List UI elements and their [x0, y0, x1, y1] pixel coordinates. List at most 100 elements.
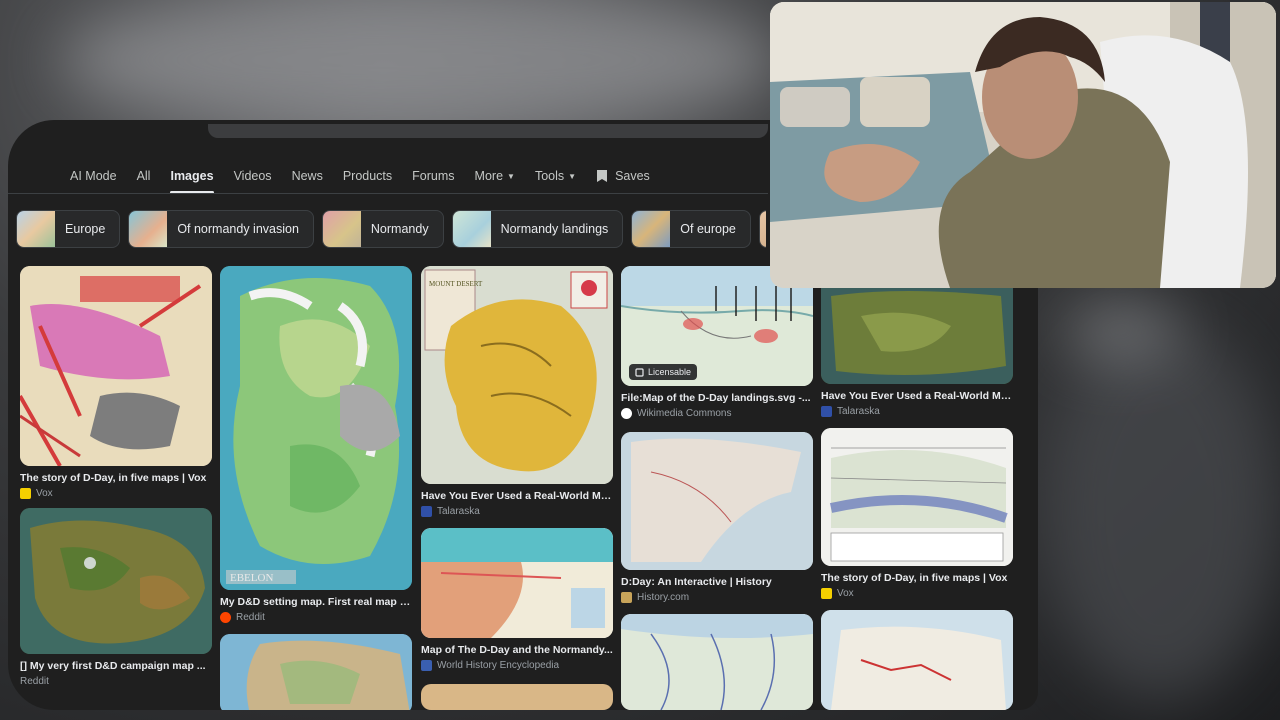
image-result[interactable]: [] My very first D&D campaign map ... Re…: [20, 508, 212, 687]
image-result[interactable]: Licensable File:Map of the D-Day landing…: [621, 266, 813, 419]
map-label: MOUNT DESERT: [429, 280, 483, 288]
result-caption[interactable]: File:Map of the D-Day landings.svg -...: [621, 392, 813, 404]
result-caption[interactable]: Have You Ever Used a Real-World Map...: [821, 390, 1013, 402]
result-caption[interactable]: Map of The D-Day and the Normandy...: [421, 644, 613, 656]
image-result[interactable]: [421, 684, 613, 710]
result-source-label: Vox: [837, 588, 854, 599]
fantasy-map-image: [20, 508, 212, 654]
chip-normandy[interactable]: Normandy: [321, 210, 444, 248]
tab-ai-mode[interactable]: AI Mode: [60, 160, 127, 192]
result-image[interactable]: [220, 634, 412, 710]
result-source[interactable]: Reddit: [20, 676, 212, 687]
image-result[interactable]: EBELON My D&D setting map. First real ma…: [220, 266, 412, 623]
chip-label: Normandy: [370, 222, 429, 236]
licensable-badge[interactable]: Licensable: [629, 364, 698, 380]
result-source[interactable]: Wikimedia Commons: [621, 408, 813, 419]
chip-of-europe[interactable]: Of europe: [631, 210, 751, 248]
result-source-label: History.com: [637, 592, 690, 603]
tabs-divider: [8, 193, 768, 194]
result-image[interactable]: [421, 684, 613, 710]
chip-label: Normandy landings: [500, 222, 609, 236]
history-favicon-icon: [621, 592, 632, 603]
result-source[interactable]: Talaraska: [821, 406, 1013, 417]
europe-map-image: [220, 634, 412, 710]
tab-news[interactable]: News: [282, 160, 333, 192]
chevron-down-icon: ▼: [507, 171, 515, 181]
image-result[interactable]: [821, 610, 1013, 710]
map-label: EBELON: [230, 572, 273, 584]
vox-favicon-icon: [20, 488, 31, 499]
image-result[interactable]: Have You Ever Used a Real-World Map... T…: [821, 286, 1013, 417]
result-image[interactable]: [821, 610, 1013, 710]
result-image[interactable]: EBELON: [220, 266, 412, 590]
result-image[interactable]: [621, 614, 813, 710]
tab-tools-label: Tools: [534, 169, 565, 183]
image-result[interactable]: MOUNT DESERT Have You Ever Used a Real-W…: [421, 266, 613, 517]
chip-thumbnail: [452, 211, 491, 247]
tab-videos[interactable]: Videos: [224, 160, 282, 192]
result-image[interactable]: [421, 528, 613, 638]
result-source[interactable]: Vox: [20, 488, 212, 499]
result-image[interactable]: [821, 286, 1013, 384]
result-image[interactable]: [621, 432, 813, 570]
result-image[interactable]: MOUNT DESERT: [421, 266, 613, 484]
chip-normandy-invasion[interactable]: Of normandy invasion: [128, 210, 314, 248]
result-image[interactable]: [20, 508, 212, 654]
chip-more[interactable]: [758, 210, 766, 248]
d-day-interactive-map-image: [621, 432, 813, 570]
result-caption[interactable]: D:Day: An Interactive | History: [621, 576, 813, 588]
chip-normandy-landings[interactable]: Normandy landings: [451, 210, 624, 248]
license-icon: [635, 367, 644, 377]
related-chips: Europe Of normandy invasion Normandy Nor…: [16, 210, 766, 248]
chevron-down-icon: ▼: [568, 171, 577, 181]
chip-thumbnail: [759, 211, 766, 247]
result-caption[interactable]: My D&D setting map. First real map I'v..…: [220, 596, 412, 608]
image-result[interactable]: [621, 614, 813, 710]
result-source[interactable]: Reddit: [220, 612, 412, 623]
result-image[interactable]: [821, 428, 1013, 566]
tab-forums[interactable]: Forums: [402, 160, 464, 192]
result-source-label: Talaraska: [437, 506, 480, 517]
result-image[interactable]: [20, 266, 212, 466]
result-source-label: World History Encyclopedia: [437, 660, 560, 671]
talaraska-favicon-icon: [421, 506, 432, 517]
image-result[interactable]: The story of D-Day, in five maps | Vox V…: [821, 428, 1013, 599]
blurred-background-right: [1040, 320, 1280, 700]
result-source-label: Talaraska: [837, 406, 880, 417]
image-result[interactable]: The story of D-Day, in five maps | Vox V…: [20, 266, 212, 499]
video-frame: AI Mode All Images Videos News Products …: [0, 0, 1280, 720]
result-source-label: Vox: [36, 488, 53, 499]
tab-saves[interactable]: Saves: [586, 160, 660, 192]
fantasy-map-image: [821, 286, 1013, 384]
tab-more-label: More: [474, 169, 504, 183]
d-day-beach-map-image: [821, 428, 1013, 566]
result-source[interactable]: History.com: [621, 592, 813, 603]
tab-all[interactable]: All: [127, 160, 161, 192]
result-caption[interactable]: Have You Ever Used a Real-World Map...: [421, 490, 613, 502]
vox-favicon-icon: [821, 588, 832, 599]
talaraska-favicon-icon: [821, 406, 832, 417]
result-caption[interactable]: The story of D-Day, in five maps | Vox: [821, 572, 1013, 584]
wikimedia-favicon-icon: [621, 408, 632, 419]
result-source[interactable]: Vox: [821, 588, 1013, 599]
blurred-background: [60, 0, 780, 130]
fantasy-map-image: EBELON: [220, 266, 412, 590]
result-source[interactable]: World History Encyclopedia: [421, 660, 613, 671]
licensable-label: Licensable: [648, 367, 692, 377]
tab-more[interactable]: More ▼: [465, 160, 525, 192]
tab-images[interactable]: Images: [160, 160, 223, 194]
search-bar[interactable]: [208, 124, 768, 138]
normandy-map-image: [421, 528, 613, 638]
chip-label: Of europe: [680, 222, 736, 236]
image-result[interactable]: Map of The D-Day and the Normandy... Wor…: [421, 528, 613, 671]
mount-desert-map-image: MOUNT DESERT: [421, 266, 613, 484]
image-result[interactable]: [220, 634, 412, 710]
result-caption[interactable]: [] My very first D&D campaign map ...: [20, 660, 212, 672]
chip-europe[interactable]: Europe: [16, 210, 121, 248]
image-result[interactable]: D:Day: An Interactive | History History.…: [621, 432, 813, 603]
result-source[interactable]: Talaraska: [421, 506, 613, 517]
tab-tools[interactable]: Tools ▼: [525, 160, 586, 192]
result-caption[interactable]: The story of D-Day, in five maps | Vox: [20, 472, 212, 484]
tab-products[interactable]: Products: [333, 160, 402, 192]
chip-thumbnail: [632, 211, 671, 247]
